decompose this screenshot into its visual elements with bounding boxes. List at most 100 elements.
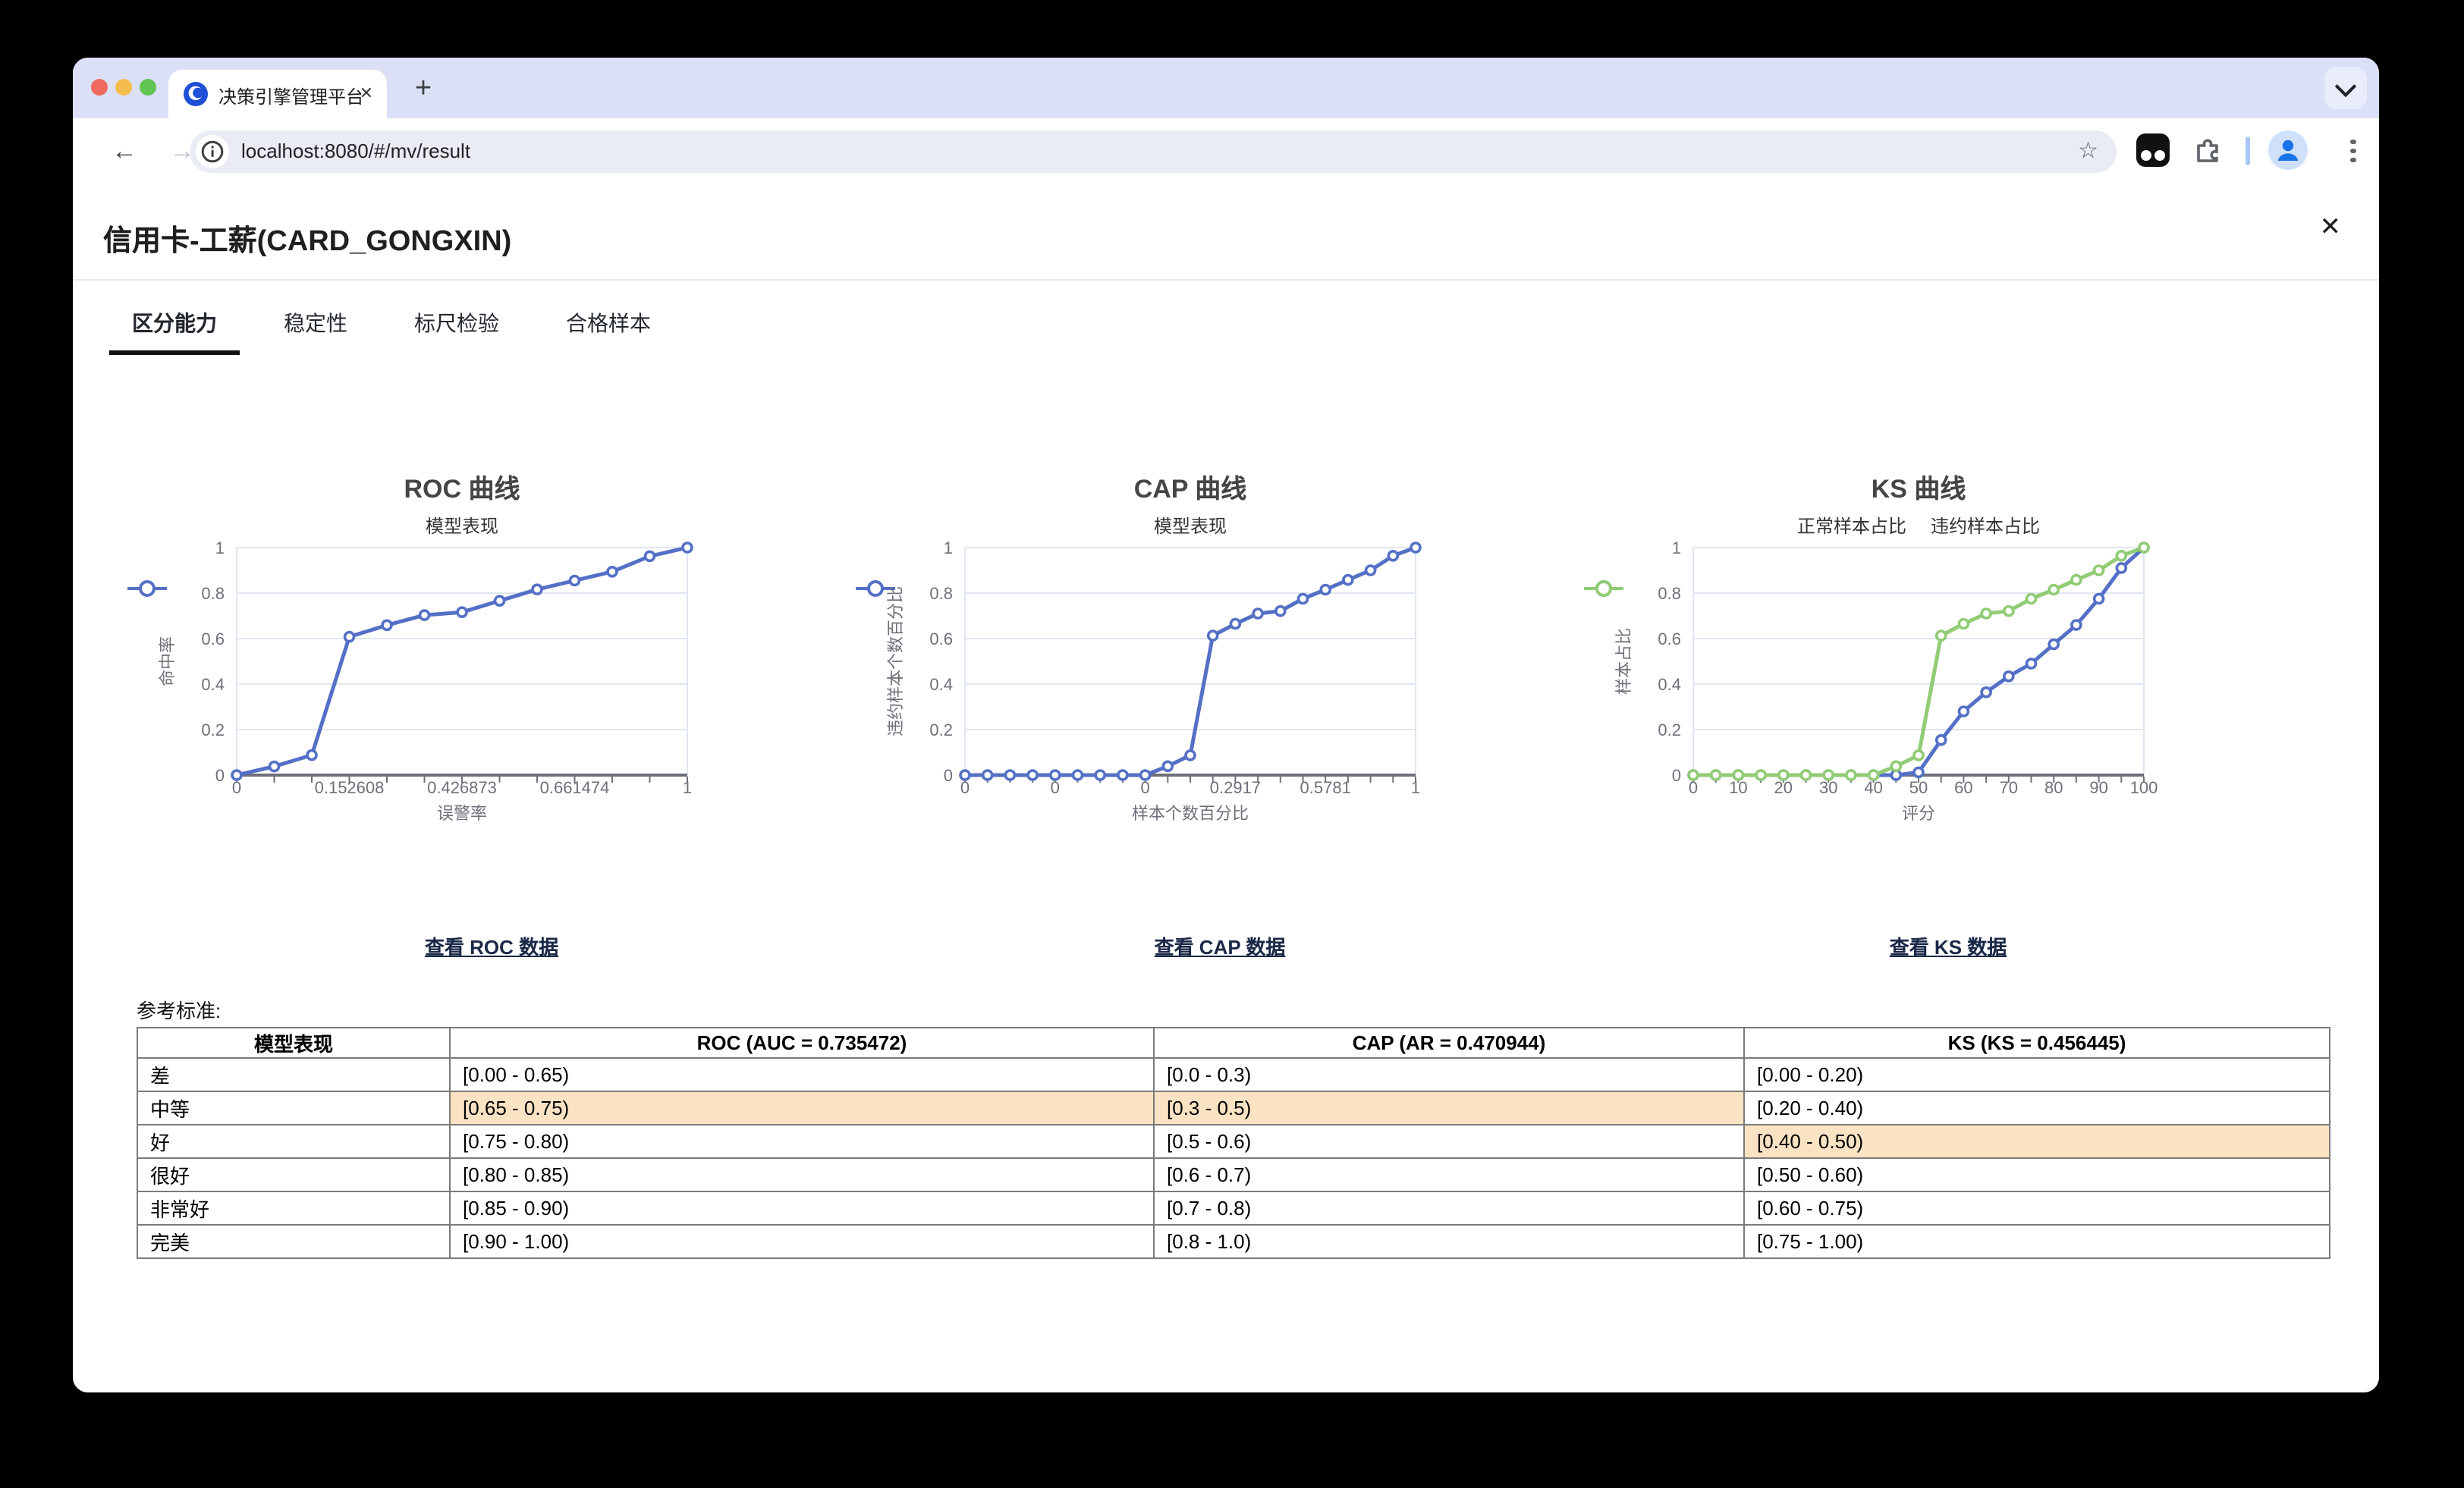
table-row: 很好 [0.80 - 0.85) [0.6 - 0.7) [0.50 - 0.60) xyxy=(137,1157,2330,1192)
svg-text:0.2: 0.2 xyxy=(201,720,225,739)
data-point xyxy=(1934,733,1947,746)
table-cell: [0.60 - 0.75) xyxy=(1743,1191,2330,1226)
svg-text:0.2: 0.2 xyxy=(929,720,953,739)
svg-text:0.5781: 0.5781 xyxy=(1300,778,1351,797)
data-point xyxy=(1319,583,1332,596)
svg-text:60: 60 xyxy=(1954,778,1972,797)
data-point xyxy=(2025,592,2038,605)
extensions-puzzle-icon[interactable] xyxy=(2191,133,2224,167)
svg-text:1: 1 xyxy=(944,538,953,557)
data-point xyxy=(1980,686,1992,698)
table-cell: [0.75 - 1.00) xyxy=(1743,1224,2330,1259)
data-point xyxy=(2092,592,2105,605)
tab-close-icon[interactable]: ✕ xyxy=(360,83,373,103)
data-point xyxy=(1799,769,1812,781)
tab-search-button[interactable] xyxy=(2324,67,2367,109)
data-point xyxy=(1252,607,1264,620)
data-point xyxy=(1048,769,1061,781)
data-point xyxy=(2070,573,2082,586)
svg-text:70: 70 xyxy=(2000,778,2018,797)
window-zoom-button[interactable] xyxy=(140,79,156,96)
data-point xyxy=(1980,607,1992,620)
chart-plot: 00.20.40.60.810 10 20 30 40 50 60 70 80 90 100评分样本… xyxy=(1614,538,2158,823)
data-point xyxy=(1161,760,1174,773)
svg-text:50: 50 xyxy=(1909,778,1928,797)
page-close-icon[interactable]: ✕ xyxy=(2320,212,2342,243)
view-data-link-3[interactable]: 查看 KS 数据 xyxy=(1584,931,2312,960)
svg-text:0.8: 0.8 xyxy=(929,584,953,603)
data-point xyxy=(606,565,618,578)
svg-text:0.2: 0.2 xyxy=(1658,720,1681,739)
data-point xyxy=(1364,564,1377,576)
data-point xyxy=(2048,583,2060,596)
address-bar[interactable]: localhost:8080/#/mv/result ☆ xyxy=(190,130,2117,173)
bookmark-star-icon[interactable]: ☆ xyxy=(2078,137,2098,164)
table-cell: [0.6 - 0.7) xyxy=(1153,1157,1745,1192)
tab-合格样本[interactable]: 合格样本 xyxy=(543,300,674,350)
tab-区分能力[interactable]: 区分能力 xyxy=(109,300,240,355)
table-cell: 好 xyxy=(137,1124,451,1159)
table-cell: [0.3 - 0.5) xyxy=(1153,1091,1745,1125)
table-cell: [0.65 - 0.75) xyxy=(449,1091,1155,1125)
svg-text:90: 90 xyxy=(2089,778,2107,797)
browser-window: 决策引擎管理平台 ✕ + ← → ⟳ localhost xyxy=(73,58,2379,1392)
table-cell: 中等 xyxy=(137,1091,451,1125)
table-row: 好 [0.75 - 0.80) [0.5 - 0.6) [0.40 - 0.50) xyxy=(137,1124,2330,1159)
window-minimize-button[interactable] xyxy=(115,79,132,96)
svg-text:0.4: 0.4 xyxy=(929,675,953,694)
page-tabs: 区分能力 稳定性 标尺检验 合格样本 xyxy=(109,300,695,355)
table-row: 中等 [0.65 - 0.75) [0.3 - 0.5) [0.20 - 0.40) xyxy=(137,1091,2330,1125)
reference-table: 模型表现 ROC (AUC = 0.735472) CAP (AR = 0.4709… xyxy=(137,1027,2330,1259)
profile-avatar[interactable] xyxy=(2268,130,2308,170)
table-row: 差 [0.00 - 0.65) [0.0 - 0.3) [0.00 - 0.20) xyxy=(137,1057,2330,1092)
data-point xyxy=(1274,604,1287,617)
svg-text:0.6: 0.6 xyxy=(929,629,953,648)
data-point xyxy=(1755,769,1767,781)
back-button[interactable]: ← xyxy=(103,132,146,171)
view-data-link-1[interactable]: 查看 ROC 数据 xyxy=(127,931,856,960)
svg-text:0: 0 xyxy=(215,766,225,785)
chart-3: KS 曲线 正常样本占比 违约样本占比 0 0.2 0.4 0.6 0.8 1 0 10 20 30 40… xyxy=(1584,467,2312,852)
svg-text:100: 100 xyxy=(2130,778,2158,797)
data-point xyxy=(343,630,356,643)
svg-text:80: 80 xyxy=(2044,778,2063,797)
data-point xyxy=(1387,549,1400,562)
svg-text:命中率: 命中率 xyxy=(158,636,177,686)
menu-kebab-icon[interactable] xyxy=(2338,135,2368,168)
browser-tab[interactable]: 决策引擎管理平台 ✕ xyxy=(168,70,387,118)
svg-text:1: 1 xyxy=(1411,778,1420,797)
data-point xyxy=(1957,617,1970,630)
data-point xyxy=(418,609,431,621)
svg-text:0: 0 xyxy=(1672,766,1681,785)
chart-plot: 00.20.40.60.810 0 0 0.2917 0.5781 1样本个数百分比违约样… xyxy=(886,538,1422,823)
tab-稳定性[interactable]: 稳定性 xyxy=(261,300,370,350)
browser-toolbar: ← → ⟳ localhost:8080/#/mv/result ☆ xyxy=(73,118,2379,187)
site-info-icon[interactable] xyxy=(196,135,229,168)
data-point xyxy=(306,749,318,761)
url-text[interactable]: localhost:8080/#/mv/result xyxy=(241,140,470,162)
table-header-cell: 模型表现 xyxy=(137,1027,451,1059)
data-point xyxy=(2115,549,2128,562)
table-header-row: 模型表现 ROC (AUC = 0.735472) CAP (AR = 0.4709… xyxy=(137,1027,2330,1059)
data-point xyxy=(1709,769,1722,781)
data-point xyxy=(959,769,971,781)
chart-title: CAP 曲线 xyxy=(1133,475,1247,504)
chart-1: ROC 曲线 模型表现 0 0.2 0.4 0.6 0.8 1 0 0.152608 0.42687… xyxy=(127,467,856,852)
svg-text:0.6: 0.6 xyxy=(1658,629,1681,648)
new-tab-button[interactable]: + xyxy=(401,70,446,112)
window-close-button[interactable] xyxy=(91,79,108,96)
svg-text:0.8: 0.8 xyxy=(1658,584,1681,603)
table-header-cell: CAP (AR = 0.470944) xyxy=(1153,1027,1745,1059)
svg-text:0.152608: 0.152608 xyxy=(315,778,385,797)
svg-text:误警率: 误警率 xyxy=(437,804,487,823)
svg-text:违约样本个数百分比: 违约样本个数百分比 xyxy=(886,586,905,736)
svg-text:0.4: 0.4 xyxy=(1658,675,1681,694)
view-data-link-2[interactable]: 查看 CAP 数据 xyxy=(856,931,1584,960)
data-point xyxy=(1957,705,1970,717)
tab-标尺检验[interactable]: 标尺检验 xyxy=(391,300,522,350)
table-cell: [0.5 - 0.6) xyxy=(1153,1124,1745,1159)
data-point xyxy=(1342,573,1354,586)
extension-icon[interactable] xyxy=(2136,133,2170,167)
table-cell: [0.8 - 1.0) xyxy=(1153,1224,1745,1259)
data-point xyxy=(2002,604,2015,617)
